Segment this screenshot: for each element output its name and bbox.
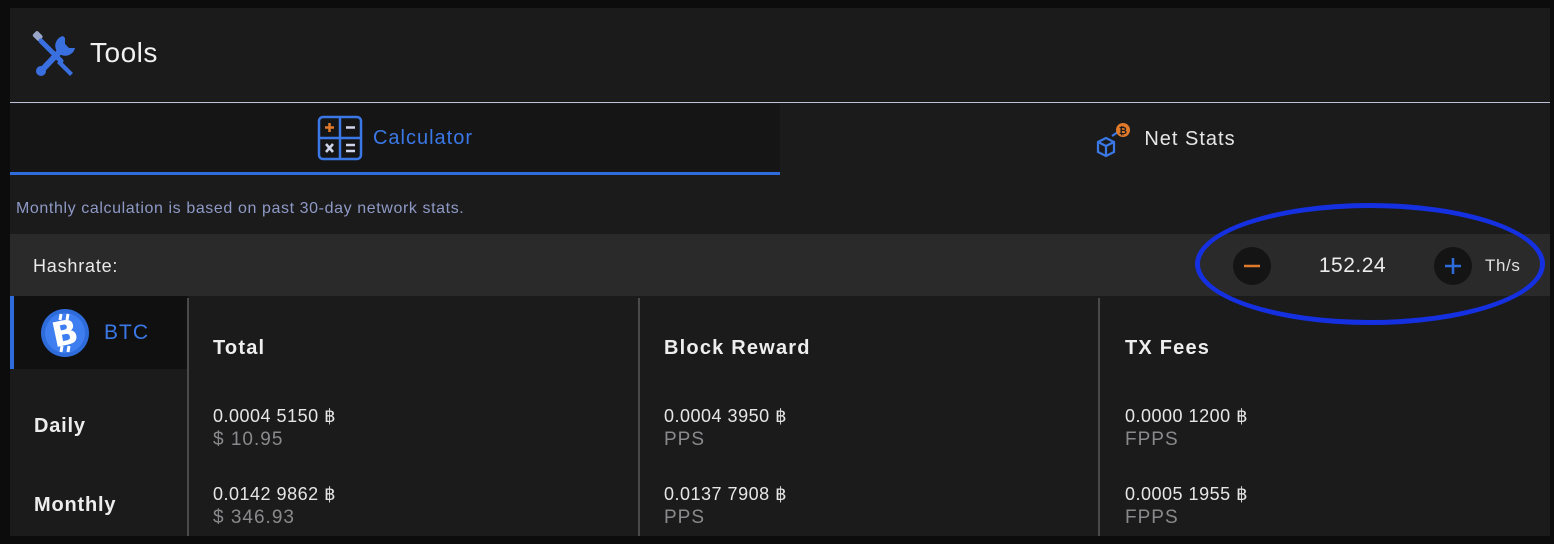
coin-tab-btc[interactable]: B BTC (10, 296, 188, 369)
coin-label: BTC (104, 320, 149, 344)
btc-amount: 0.0137 7908 ฿ (664, 484, 788, 504)
btc-amount: 0.0000 1200 ฿ (1125, 406, 1249, 426)
column-header-total: Total (213, 337, 266, 359)
tab-bar: Calculator ₿ Net Stats (10, 104, 1550, 175)
calculation-note: Monthly calculation is based on past 30-… (16, 200, 465, 217)
usd-amount: $ 346.93 (213, 507, 295, 528)
payout-method: FPPS (1125, 429, 1179, 450)
btc-amount: 0.0142 9862 ฿ (213, 484, 337, 504)
tools-icon (32, 31, 75, 76)
period-monthly: Monthly (34, 494, 117, 516)
tools-panel: Tools Calculator ₿ Net Stats Monthly cal… (10, 8, 1550, 536)
period-daily: Daily (34, 415, 86, 437)
tab-net-stats-label: Net Stats (1144, 128, 1236, 150)
btc-amount: 0.0005 1955 ฿ (1125, 484, 1249, 504)
calculator-icon (317, 115, 363, 161)
plus-icon (1445, 258, 1461, 274)
cell-block-reward-monthly: 0.0137 7908 ฿ PPS (664, 482, 787, 530)
page-title: Tools (90, 37, 158, 68)
cell-total-monthly: 0.0142 9862 ฿ $ 346.93 (213, 482, 336, 530)
cell-tx-fees-monthly: 0.0005 1955 ฿ FPPS (1125, 482, 1248, 530)
usd-amount: $ 10.95 (213, 429, 284, 450)
payout-method: PPS (664, 507, 706, 528)
cell-tx-fees-daily: 0.0000 1200 ฿ FPPS (1125, 404, 1248, 452)
svg-text:₿: ₿ (1119, 125, 1127, 137)
tools-header: Tools (10, 8, 1550, 103)
hashrate-input[interactable] (1290, 253, 1415, 279)
tab-calculator[interactable]: Calculator (10, 104, 780, 175)
minus-icon (1244, 264, 1260, 268)
tab-net-stats[interactable]: ₿ Net Stats (780, 104, 1550, 175)
btc-amount: 0.0004 3950 ฿ (664, 406, 788, 426)
payout-method: FPPS (1125, 507, 1179, 528)
hashrate-unit: Th/s (1485, 256, 1521, 275)
column-divider (1098, 298, 1100, 536)
cell-block-reward-daily: 0.0004 3950 ฿ PPS (664, 404, 787, 452)
column-divider (638, 298, 640, 536)
column-header-tx-fees: TX Fees (1125, 337, 1211, 359)
column-divider (187, 298, 189, 536)
hashrate-row: Hashrate: Th/s (10, 234, 1550, 296)
tab-calculator-label: Calculator (372, 126, 474, 149)
hashrate-decrease-button[interactable] (1233, 247, 1271, 285)
column-tx-fees: TX Fees 0.0000 1200 ฿ FPPS 0.0005 1955 ฿… (1125, 296, 1545, 536)
bitcoin-icon: B (41, 308, 89, 357)
hashrate-label: Hashrate: (33, 256, 119, 276)
net-stats-icon: ₿ (1097, 122, 1131, 157)
column-header-block-reward: Block Reward (664, 337, 811, 359)
column-block-reward: Block Reward 0.0004 3950 ฿ PPS 0.0137 79… (664, 296, 1084, 536)
cell-total-daily: 0.0004 5150 ฿ $ 10.95 (213, 404, 336, 452)
btc-amount: 0.0004 5150 ฿ (213, 406, 337, 426)
column-total: Total 0.0004 5150 ฿ $ 10.95 0.0142 9862 … (213, 296, 633, 536)
coin-sidebar: B BTC Daily Monthly (10, 296, 188, 536)
payout-method: PPS (664, 429, 706, 450)
hashrate-increase-button[interactable] (1434, 247, 1472, 285)
